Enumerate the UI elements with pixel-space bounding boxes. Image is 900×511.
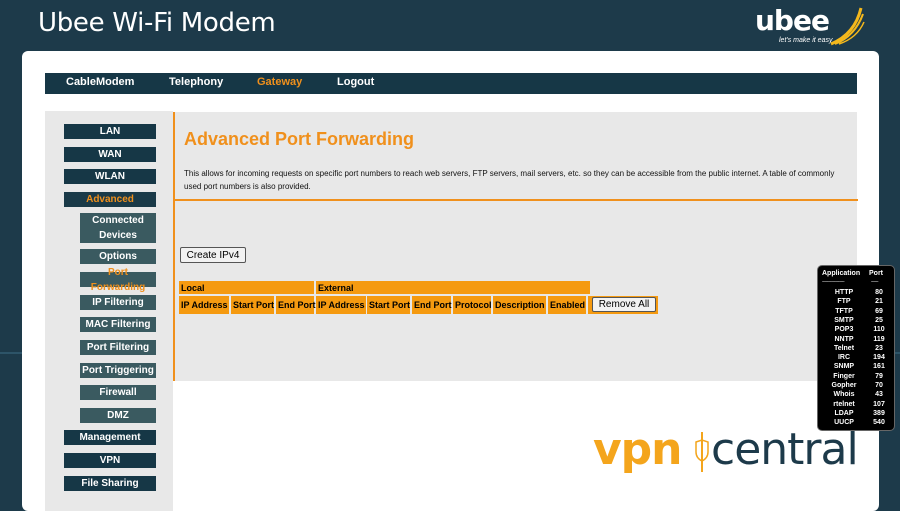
port-ref-app: IRC <box>837 354 851 362</box>
shield-icon <box>695 432 709 472</box>
port-ref-app: FTP <box>837 298 851 306</box>
watermark-central: central <box>711 424 859 475</box>
sidebar: LAN WAN WLAN Advanced Connected Devices … <box>45 111 173 511</box>
port-ref-app: Telnet <box>833 344 855 352</box>
main-panel: Advanced Port Forwarding This allows for… <box>173 112 895 431</box>
port-ref-port: 540 <box>873 419 885 427</box>
app-title: Ubee Wi-Fi Modem <box>38 8 276 38</box>
sidebar-item-dmz[interactable]: DMZ <box>80 408 156 423</box>
port-ref-row: Telnet 23 <box>818 345 896 354</box>
sidebar-item-vpn[interactable]: VPN <box>64 453 156 468</box>
sidebar-item-firewall[interactable]: Firewall <box>80 385 156 400</box>
logo-swoosh-icon <box>830 7 865 46</box>
port-ref-row: HTTP 80 <box>818 289 896 298</box>
port-ref-row: NNTP 119 <box>818 336 896 345</box>
sidebar-item-wlan[interactable]: WLAN <box>64 169 156 184</box>
vpncentral-watermark: vpn central <box>593 424 893 476</box>
remove-all-button[interactable]: Remove All <box>592 297 656 312</box>
col-local-start-port: Start Port <box>231 296 274 314</box>
sidebar-item-mac-filtering[interactable]: MAC Filtering <box>80 317 156 332</box>
port-ref-dash-port: ------ <box>871 279 879 285</box>
top-nav: CableModem Telephony Gateway Logout <box>45 73 857 94</box>
port-ref-port: 80 <box>875 289 883 296</box>
port-ref-port: 107 <box>873 400 885 408</box>
port-ref-header-port: Port <box>869 270 883 277</box>
port-ref-row: Gopher 70 <box>818 382 896 391</box>
col-description: Description <box>493 296 546 314</box>
sidebar-item-port-triggering[interactable]: Port Triggering <box>80 363 156 378</box>
sidebar-item-ip-filtering[interactable]: IP Filtering <box>80 295 156 310</box>
port-ref-app: Gopher <box>831 382 857 389</box>
port-ref-row: LDAP 389 <box>818 410 896 419</box>
col-external-start-port: Start Port <box>367 296 410 314</box>
sidebar-item-lan[interactable]: LAN <box>64 124 156 139</box>
port-ref-row: SNMP 161 <box>818 363 896 372</box>
port-ref-row: rtelnet 107 <box>818 401 896 410</box>
ubee-logo: ubee let's make it easy <box>755 4 865 48</box>
sidebar-item-port-forwarding[interactable]: Port Forwarding <box>80 267 156 293</box>
port-ref-port: 43 <box>875 391 883 399</box>
port-ref-row: POP3 110 <box>818 326 896 335</box>
watermark-vpn: vpn <box>593 424 683 475</box>
port-ref-app: TFTP <box>835 307 853 315</box>
port-ref-port: 70 <box>875 382 883 389</box>
nav-logout[interactable]: Logout <box>337 76 374 88</box>
sidebar-item-port-filtering[interactable]: Port Filtering <box>80 340 156 355</box>
port-ref-app: SMTP <box>834 316 854 324</box>
port-ref-port: 389 <box>873 409 885 417</box>
header: Ubee Wi-Fi Modem ubee let's make it easy <box>0 0 900 50</box>
port-ref-app: rtelnet <box>833 400 855 408</box>
port-ref-dash-app: ------------------- <box>822 279 845 285</box>
port-ref-port: 194 <box>873 354 885 362</box>
port-ref-app: Whois <box>833 391 855 399</box>
group-external-header: External <box>316 281 590 294</box>
col-external-ip-address: IP Address <box>316 296 366 314</box>
port-ref-app: LDAP <box>834 409 854 417</box>
page-title: Advanced Port Forwarding <box>184 129 415 149</box>
sidebar-item-connected-devices[interactable]: Connected Devices <box>80 213 156 243</box>
port-ref-port: 161 <box>873 363 885 371</box>
port-ref-port: 23 <box>875 344 883 352</box>
page-description: This allows for incoming requests on spe… <box>184 169 835 191</box>
port-ref-row: SMTP 25 <box>818 317 896 326</box>
port-ref-port: 21 <box>875 298 883 306</box>
col-protocol: Protocol <box>453 296 492 314</box>
nav-gateway[interactable]: Gateway <box>257 76 302 88</box>
port-ref-row: Whois 43 <box>818 391 896 400</box>
divider <box>175 199 858 201</box>
port-ref-row: Finger 79 <box>818 373 896 382</box>
port-ref-port: 25 <box>875 316 883 324</box>
col-local-end-port: End Port <box>276 296 316 314</box>
port-ref-app: SNMP <box>833 363 855 371</box>
port-ref-header-application: Application <box>822 270 861 277</box>
port-ref-port: 69 <box>875 307 883 315</box>
group-local-header: Local <box>179 281 314 294</box>
col-external-end-port: End Port <box>412 296 452 314</box>
sidebar-item-advanced[interactable]: Advanced <box>64 192 156 207</box>
nav-telephony[interactable]: Telephony <box>169 76 223 88</box>
port-ref-app: HTTP <box>834 289 854 296</box>
create-ipv4-button[interactable]: Create IPv4 <box>180 247 246 263</box>
nav-cablemodem[interactable]: CableModem <box>66 76 134 88</box>
port-ref-port: 119 <box>873 335 885 343</box>
sidebar-item-management[interactable]: Management <box>64 430 156 445</box>
port-ref-port: 79 <box>875 372 883 380</box>
sidebar-item-wan[interactable]: WAN <box>64 147 156 162</box>
port-ref-row: IRC 194 <box>818 354 896 363</box>
sidebar-item-file-sharing[interactable]: File Sharing <box>64 476 156 491</box>
col-local-ip-address: IP Address <box>179 296 229 314</box>
col-enabled: Enabled <box>548 296 586 314</box>
port-ref-app: POP3 <box>834 326 854 334</box>
port-ref-port: 110 <box>873 326 885 334</box>
port-ref-app: NNTP <box>834 335 854 343</box>
port-ref-app: Finger <box>833 372 855 380</box>
common-ports-table: Application Port ------------------- ---… <box>817 265 895 431</box>
logo-brand: ubee <box>755 4 830 37</box>
port-ref-row: TFTP 69 <box>818 308 896 317</box>
sidebar-item-options[interactable]: Options <box>80 249 156 264</box>
port-ref-row: FTP 21 <box>818 298 896 307</box>
